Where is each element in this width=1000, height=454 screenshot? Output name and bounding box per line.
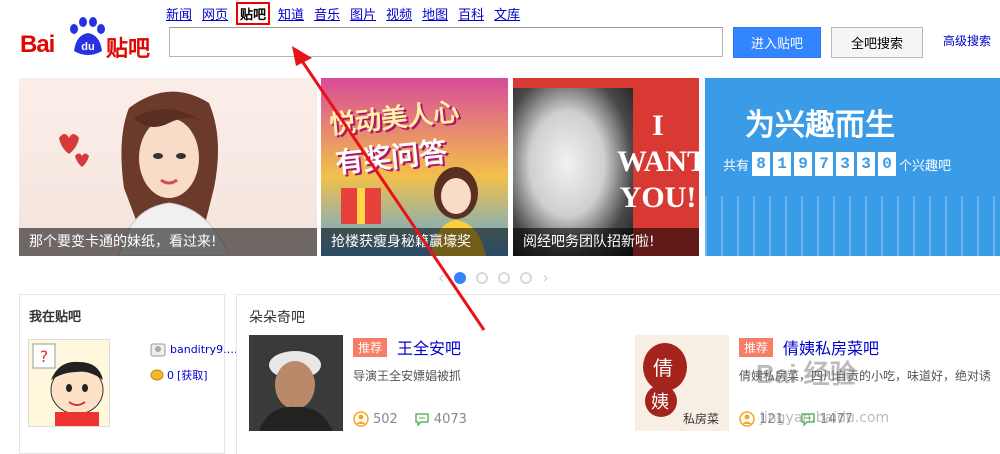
banner-interest[interactable]: 为兴趣而生 共有 8 1 9 7 3 3 0 个兴趣吧 xyxy=(705,78,1000,256)
carousel-prev-icon[interactable]: ‹ xyxy=(438,268,444,287)
svg-text:du: du xyxy=(81,41,94,53)
count-digit: 3 xyxy=(857,152,876,176)
username-text: banditry9.… xyxy=(170,342,238,356)
bar-thumbnail[interactable]: 倩 姨 私房菜 xyxy=(635,335,729,431)
interest-count: 共有 8 1 9 7 3 3 0 个兴趣吧 xyxy=(723,152,951,176)
count-digit: 1 xyxy=(773,152,792,176)
coin-icon xyxy=(150,369,164,381)
bar-thumbnail[interactable] xyxy=(249,335,343,431)
bar-stats: 502 4073 xyxy=(353,411,467,427)
banner-title: 为兴趣而生 xyxy=(745,108,895,143)
carousel-pager: ‹ › xyxy=(438,268,549,287)
avatar-cartoon-image: ? xyxy=(29,340,109,426)
recommend-badge: 推荐 xyxy=(353,338,388,357)
carousel-dot[interactable] xyxy=(498,271,511,284)
watermark-text: Bai 经验 xyxy=(756,359,856,389)
user-level-icon xyxy=(150,343,166,357)
search-input[interactable] xyxy=(169,27,723,57)
post-count-value: 4073 xyxy=(433,411,467,427)
bar-name-link[interactable]: 王全安吧 xyxy=(397,335,461,359)
nav-baike[interactable]: 百科 xyxy=(458,4,484,23)
comment-icon xyxy=(415,413,429,427)
count-suffix: 个兴趣吧 xyxy=(899,158,952,174)
count-prefix: 共有 xyxy=(723,158,750,174)
section-title: 朵朵奇吧 xyxy=(249,310,305,326)
username[interactable]: banditry9.… xyxy=(150,341,238,357)
banner-caption: 那个要变卡通的妹纸，看过来! xyxy=(19,228,317,256)
banner-caption: 阅经吧务团队招新啦! xyxy=(513,228,699,256)
svg-text:倩: 倩 xyxy=(653,356,673,380)
paw-logo-icon: du xyxy=(70,17,105,55)
person-photo-image xyxy=(249,335,343,431)
nav-wenku[interactable]: 文库 xyxy=(494,4,520,23)
baidu-tieba-logo[interactable]: Bai du 贴吧 xyxy=(20,13,160,62)
nav-zhidao[interactable]: 知道 xyxy=(278,4,304,23)
product-nav: 新闻 网页 贴吧 知道 音乐 图片 视频 地图 百科 文库 xyxy=(166,2,520,25)
user-icon xyxy=(353,411,369,427)
featured-section: 朵朵奇吧 推荐 王全安吧 导演王全安嫖娼被抓 502 4073 倩 姨 私房菜 … xyxy=(236,294,1000,454)
banner-caption: 抢楼获瘦身秘籍赢壕奖 xyxy=(321,228,508,256)
carousel-dot[interactable] xyxy=(476,271,489,284)
banner-recruit[interactable]: I WANT YOU! 阅经吧务团队招新啦! xyxy=(513,78,699,256)
claim-link[interactable]: [获取] xyxy=(177,367,208,383)
carousel-next-icon[interactable]: › xyxy=(542,268,548,287)
logo-tieba-text: 贴吧 xyxy=(106,37,151,62)
nav-map[interactable]: 地图 xyxy=(422,4,448,23)
nav-web[interactable]: 网页 xyxy=(202,4,228,23)
nav-news[interactable]: 新闻 xyxy=(166,4,192,23)
banner-quiz[interactable]: 悦动美人心 有奖问答 抢楼获瘦身秘籍赢壕奖 xyxy=(321,78,508,256)
city-skyline-decoration xyxy=(705,196,1000,256)
advanced-search-link[interactable]: 高级搜索 xyxy=(943,32,991,49)
bar-description: 导演王全安嫖娼被抓 xyxy=(353,369,462,383)
count-digit: 8 xyxy=(752,152,771,176)
panel-title: 我在贴吧 xyxy=(29,310,82,325)
coins-value: 0 xyxy=(167,368,174,382)
banner-cartoon[interactable]: 那个要变卡通的妹纸，看过来! xyxy=(19,78,317,256)
svg-text:私房菜: 私房菜 xyxy=(683,411,719,426)
coins-row: 0 [获取] xyxy=(150,367,208,383)
nav-music[interactable]: 音乐 xyxy=(314,4,340,23)
logo-bai-text: Bai xyxy=(20,31,55,58)
svg-text:姨: 姨 xyxy=(651,392,669,413)
svg-text:?: ? xyxy=(40,347,49,366)
post-count: 4073 xyxy=(414,411,467,427)
count-digit: 3 xyxy=(836,152,855,176)
member-count: 502 xyxy=(353,411,398,427)
carousel-dot[interactable] xyxy=(454,271,467,284)
member-count-value: 502 xyxy=(373,411,398,427)
count-digit: 0 xyxy=(878,152,897,176)
search-all-button[interactable]: 全吧搜索 xyxy=(831,27,923,58)
nav-video[interactable]: 视频 xyxy=(386,4,412,23)
bar-card[interactable]: 推荐 王全安吧 导演王全安嫖娼被抓 502 4073 xyxy=(249,335,609,435)
seal-logo-image: 倩 姨 私房菜 xyxy=(635,335,729,431)
my-tieba-panel: 我在贴吧 ? banditry9.… 0 [获取] xyxy=(19,294,238,454)
carousel-dot[interactable] xyxy=(520,271,533,284)
watermark-url: jingyan.baidu.com xyxy=(760,410,890,426)
banner-art-text: I WANT YOU! xyxy=(617,109,699,214)
count-digit: 7 xyxy=(815,152,834,176)
enter-tieba-button[interactable]: 进入贴吧 xyxy=(733,27,821,58)
avatar[interactable]: ? xyxy=(28,339,110,427)
user-icon xyxy=(739,411,755,427)
nav-tieba[interactable]: 贴吧 xyxy=(236,2,271,25)
count-digit: 9 xyxy=(794,152,813,176)
nav-images[interactable]: 图片 xyxy=(350,4,376,23)
